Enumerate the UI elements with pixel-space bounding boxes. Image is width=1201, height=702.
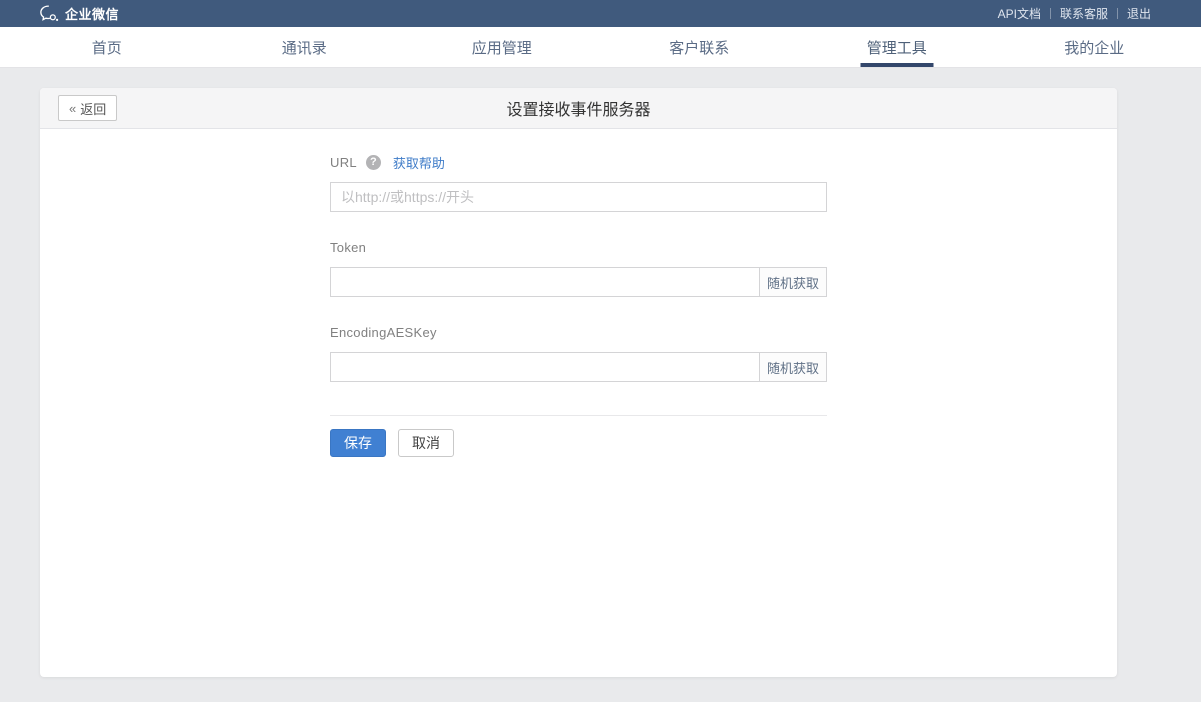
topbar: 企业微信 API文档 联系客服 退出 xyxy=(0,0,1201,27)
card-header: « 返回 设置接收事件服务器 xyxy=(40,88,1117,129)
nav-item-admin-tools[interactable]: 管理工具 xyxy=(798,27,996,67)
page-title: 设置接收事件服务器 xyxy=(506,96,650,120)
aeskey-field-group: EncodingAESKey 随机获取 xyxy=(330,324,827,382)
contact-support-link[interactable]: 联系客服 xyxy=(1051,5,1117,22)
url-label-row: URL ? 获取帮助 xyxy=(330,154,827,171)
url-field-group: URL ? 获取帮助 xyxy=(330,154,827,212)
form-actions: 保存 取消 xyxy=(330,429,827,457)
nav-item-contacts[interactable]: 通讯录 xyxy=(206,27,404,67)
server-settings-form: URL ? 获取帮助 Token 随机获取 EncodingAESKey 随机 xyxy=(40,129,827,457)
token-input-group: 随机获取 xyxy=(330,267,827,297)
chat-bubble-icon xyxy=(40,5,59,22)
nav-item-my-company[interactable]: 我的企业 xyxy=(996,27,1194,67)
app-logo: 企业微信 xyxy=(40,4,119,23)
back-button-label: 返回 xyxy=(80,99,106,118)
help-question-icon[interactable]: ? xyxy=(366,155,381,170)
token-random-generate-button[interactable]: 随机获取 xyxy=(759,267,827,297)
api-docs-link[interactable]: API文档 xyxy=(989,5,1050,22)
topbar-links: API文档 联系客服 退出 xyxy=(989,5,1160,22)
save-button[interactable]: 保存 xyxy=(330,429,386,457)
aeskey-label: EncodingAESKey xyxy=(330,325,437,340)
back-button[interactable]: « 返回 xyxy=(58,95,117,121)
aeskey-random-generate-button[interactable]: 随机获取 xyxy=(759,352,827,382)
main-nav: 首页 通讯录 应用管理 客户联系 管理工具 我的企业 xyxy=(0,27,1201,68)
app-logo-text: 企业微信 xyxy=(65,4,119,23)
aeskey-label-row: EncodingAESKey xyxy=(330,324,827,341)
nav-item-app-management[interactable]: 应用管理 xyxy=(403,27,601,67)
cancel-button[interactable]: 取消 xyxy=(398,429,454,457)
url-label: URL xyxy=(330,155,357,170)
aeskey-input-group: 随机获取 xyxy=(330,352,827,382)
get-help-link[interactable]: 获取帮助 xyxy=(393,153,445,172)
token-label-row: Token xyxy=(330,239,827,256)
url-input[interactable] xyxy=(330,182,827,212)
form-divider xyxy=(330,415,827,416)
token-field-group: Token 随机获取 xyxy=(330,239,827,297)
token-label: Token xyxy=(330,240,366,255)
nav-item-customer-contact[interactable]: 客户联系 xyxy=(601,27,799,67)
logout-link[interactable]: 退出 xyxy=(1118,5,1160,22)
token-input[interactable] xyxy=(330,267,760,297)
content-card: « 返回 设置接收事件服务器 URL ? 获取帮助 Token 随机获取 xyxy=(40,88,1117,677)
nav-item-home[interactable]: 首页 xyxy=(8,27,206,67)
aeskey-input[interactable] xyxy=(330,352,760,382)
double-chevron-left-icon: « xyxy=(69,101,76,116)
